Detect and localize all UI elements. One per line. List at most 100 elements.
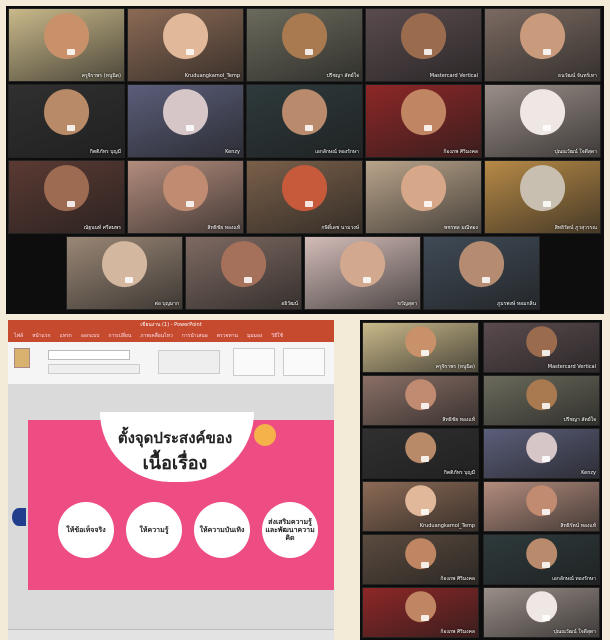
reaction-chip <box>362 276 371 283</box>
reaction-chip <box>541 614 550 621</box>
ppt-tab[interactable]: การนำเสนอ <box>182 331 208 342</box>
participant-name: ก้องภพ ศิริมงคล <box>443 149 478 155</box>
reaction-chip <box>481 276 490 283</box>
ppt-tab[interactable]: มุมมอง <box>247 331 262 342</box>
right-participant-tile[interactable]: สิทธิรัตน์ ทองแท้ <box>483 481 600 532</box>
participant-name: กิตติภัทร บุญมี <box>443 470 475 476</box>
ppt-ribbon-tabs: ไฟล์ หน้าแรก แทรก ออกแบบ การเปลี่ยน ภาพเคลื่อ… <box>8 331 334 342</box>
right-participant-tile[interactable]: Kruduangkamol_Temp <box>362 481 479 532</box>
participant-name: เอกลักษณ์ ทองรักษา <box>315 149 359 155</box>
reaction-chip <box>420 455 429 462</box>
circle-thinking-label: ส่งเสริมความรู้และพัฒนาความคิด <box>265 518 315 542</box>
top-participant-tile[interactable]: เอกลักษณ์ ทองรักษา <box>246 84 363 158</box>
top-participant-tile[interactable]: ขวัญสุดา <box>304 236 421 310</box>
top-participant-tile[interactable]: กิตติภัทร บุญมี <box>8 84 125 158</box>
top-participant-tile[interactable]: สิทธิรัตน์ ภูวสุวรรณ <box>484 160 601 234</box>
reaction-chip <box>423 200 432 207</box>
top-participant-tile[interactable]: ก้องภพ ศิริมงคล <box>365 84 482 158</box>
participant-name: กษิดิ์เดช นามวงษ์ <box>321 225 359 231</box>
top-participant-tile[interactable]: Kruduangkamol_Temp <box>127 8 244 82</box>
powerpoint-window: เขียนงาน (1) - PowerPoint ไฟล์ หน้าแรก แทร… <box>8 320 334 640</box>
ppt-tab[interactable]: ไฟล์ <box>14 331 23 342</box>
right-participant-tile[interactable]: เอกลักษณ์ ทองรักษา <box>483 534 600 585</box>
top-participant-tile[interactable]: สิทธิชัย ทองแท้ <box>127 160 244 234</box>
top-participant-tile[interactable]: ปุณณวัฒน์ ใจดีสุดา <box>484 84 601 158</box>
drawing-shapes[interactable] <box>233 348 275 376</box>
participant-name: ครูจิราพร (หนูนิด) <box>81 73 121 79</box>
format-controls[interactable] <box>48 364 140 374</box>
reaction-chip <box>541 508 550 515</box>
reaction-chip <box>541 349 550 356</box>
paste-icon[interactable] <box>14 348 30 368</box>
reaction-chip <box>304 200 313 207</box>
top-participant-tile[interactable]: ภูมรพงษ์ หอมกลิ่น <box>423 236 540 310</box>
ppt-tab[interactable]: หน้าแรก <box>32 331 50 342</box>
participant-name: อธิวัฒน์ <box>281 301 298 307</box>
slide-left-marker <box>12 508 26 526</box>
right-participant-tile[interactable]: สิทธิชัย ทองแท้ <box>362 375 479 426</box>
right-participant-tile[interactable]: ครูจิราพร (หนูนิด) <box>362 322 479 373</box>
right-participant-tile[interactable]: ก้องภพ ศิริมงคล <box>362 587 479 638</box>
participant-name: ปุณณวัฒน์ ใจดีสุดา <box>554 149 597 155</box>
top-participant-tile[interactable]: ต่อ บุญมาก <box>66 236 183 310</box>
right-participant-tile[interactable]: ก้องภพ ศิริมงคล <box>362 534 479 585</box>
participant-name: ครูจิราพร (หนูนิด) <box>435 364 475 370</box>
right-participant-tile[interactable]: ปรีชญา สัตย์ใจ <box>483 375 600 426</box>
reaction-chip <box>66 48 75 55</box>
reaction-chip <box>423 124 432 131</box>
top-participant-tile[interactable]: อธิวัฒน์ <box>185 236 302 310</box>
reaction-chip <box>420 349 429 356</box>
ppt-tab[interactable]: ตรวจทาน <box>217 331 238 342</box>
participant-name: เอกลักษณ์ ทองรักษา <box>552 576 596 582</box>
reaction-chip <box>420 402 429 409</box>
participant-name: ต่อ บุญมาก <box>154 301 179 307</box>
reaction-chip <box>542 124 551 131</box>
slide-canvas: ตั้งจุดประสงค์ของ เนื้อเรื่อง ให้ข้อเท็จ… <box>8 384 334 630</box>
participant-name: สิทธิชัย ทองแท้ <box>442 417 475 423</box>
ppt-status-bar <box>8 629 334 640</box>
participant-name: สิทธิรัตน์ ภูวสุวรรณ <box>554 225 597 231</box>
ppt-tab[interactable]: วิธีใช้ <box>271 331 283 342</box>
slide[interactable]: ตั้งจุดประสงค์ของ เนื้อเรื่อง ให้ข้อเท็จ… <box>28 412 334 590</box>
ppt-tab[interactable]: การเปลี่ยน <box>108 331 131 342</box>
reaction-chip <box>542 200 551 207</box>
top-participant-tile[interactable]: ครูจิราพร (หนูนิด) <box>8 8 125 82</box>
circle-knowledge-label: ให้ความรู้ <box>139 526 169 534</box>
editing-controls[interactable] <box>283 348 325 376</box>
font-controls[interactable] <box>48 350 130 360</box>
circle-facts-label: ให้ข้อเท็จจริง <box>66 526 106 534</box>
ppt-ribbon <box>8 342 334 385</box>
paragraph-controls[interactable] <box>158 350 220 374</box>
reaction-chip <box>420 508 429 515</box>
top-participant-tile[interactable]: ปรีชญา สัตย์ใจ <box>246 8 363 82</box>
orange-dot <box>254 424 276 446</box>
top-participant-tile[interactable]: กษิดิ์เดช นามวงษ์ <box>246 160 363 234</box>
reaction-chip <box>66 200 75 207</box>
slide-title-line1: ตั้งจุดประสงค์ของ <box>117 429 233 447</box>
top-participant-tile[interactable]: พชรพล มณีทอง <box>365 160 482 234</box>
top-participant-tile[interactable]: ธนวัฒน์ จันทร์เทา <box>484 8 601 82</box>
ppt-title-bar: เขียนงาน (1) - PowerPoint <box>8 320 334 331</box>
participant-name: Kenzy <box>581 470 596 476</box>
right-participant-tile[interactable]: กิตติภัทร บุญมี <box>362 428 479 479</box>
ppt-tab[interactable]: ออกแบบ <box>81 331 100 342</box>
circle-entertainment: ให้ความบันเทิง <box>194 502 250 558</box>
reaction-chip <box>124 276 133 283</box>
participant-name: Kruduangkamol_Temp <box>419 523 475 529</box>
ppt-tab[interactable]: แทรก <box>60 331 72 342</box>
top-participant-tile[interactable]: ณัฐนนท์ ศรีสมพร <box>8 160 125 234</box>
reaction-chip <box>185 48 194 55</box>
participant-name: ก้องภพ ศิริมงคล <box>440 629 475 635</box>
right-participant-tile[interactable]: ปุณณวัฒน์ ใจดีสุดา <box>483 587 600 638</box>
circle-entertainment-label: ให้ความบันเทิง <box>199 526 245 534</box>
circle-facts: ให้ข้อเท็จจริง <box>58 502 114 558</box>
circle-knowledge: ให้ความรู้ <box>126 502 182 558</box>
top-participant-tile[interactable]: Kenzy <box>127 84 244 158</box>
reaction-chip <box>420 561 429 568</box>
participant-name: ธนวัฒน์ จันทร์เทา <box>558 73 597 79</box>
top-participant-tile[interactable]: Mastercard Vertical <box>365 8 482 82</box>
right-participant-tile[interactable]: Mastercard Vertical <box>483 322 600 373</box>
ppt-tab[interactable]: ภาพเคลื่อนไหว <box>140 331 173 342</box>
right-participant-tile[interactable]: Kenzy <box>483 428 600 479</box>
slide-title-line2: เนื้อเรื่อง <box>142 453 208 474</box>
